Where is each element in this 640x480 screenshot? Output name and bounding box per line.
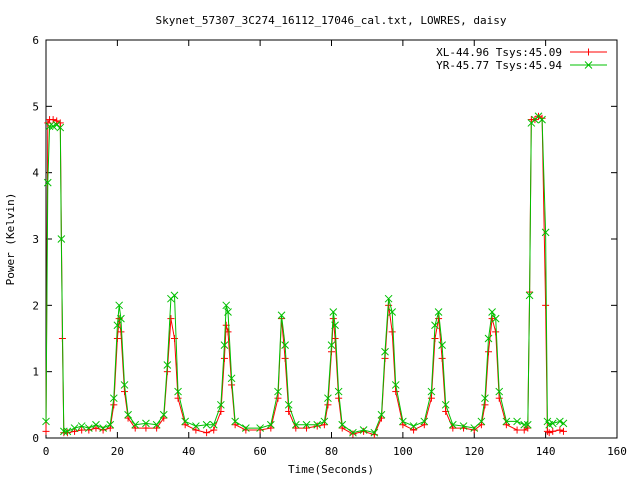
data-point	[281, 354, 289, 362]
data-point	[49, 116, 57, 124]
data-point	[192, 426, 200, 434]
y-axis-label: Power (Kelvin)	[4, 193, 17, 286]
data-point	[170, 335, 178, 342]
data-point	[477, 421, 485, 429]
legend-label: XL-44.96 Tsys:45.09	[436, 46, 562, 59]
x-tick-label: 120	[464, 445, 484, 458]
data-point	[324, 401, 332, 409]
data-point	[131, 424, 139, 432]
data-point	[231, 421, 239, 429]
data-point	[485, 348, 493, 356]
y-tick-label: 3	[32, 233, 39, 246]
x-tick-label: 160	[607, 445, 627, 458]
x-tick-label: 80	[325, 445, 338, 458]
y-tick-label: 6	[32, 34, 39, 47]
x-tick-label: 40	[182, 445, 195, 458]
data-point	[153, 424, 161, 432]
x-axis-label: Time(Seconds)	[288, 463, 374, 476]
data-point	[167, 315, 175, 323]
x-tick-label: 0	[43, 445, 50, 458]
y-tick-label: 0	[32, 432, 39, 445]
x-tick-label: 100	[393, 445, 413, 458]
data-point	[110, 401, 118, 409]
data-point	[303, 424, 311, 432]
x-tick-label: 140	[536, 445, 556, 458]
data-point	[513, 426, 521, 434]
legend-label: YR-45.77 Tsys:45.94	[436, 59, 562, 72]
data-point	[113, 335, 121, 342]
data-point	[559, 427, 567, 435]
y-tick-label: 4	[32, 167, 39, 180]
axis-ticks: 0 20 40 60 80 100 120 140 160 0 1 2 3 4 5 6	[32, 34, 627, 458]
legend: XL-44.96 Tsys:45.09YR-45.77 Tsys:45.94	[436, 46, 607, 72]
plot-frame	[45, 39, 618, 439]
data-point	[410, 426, 418, 434]
data-point	[292, 424, 300, 432]
data-point	[549, 427, 557, 435]
chart: Skynet_57307_3C274_16112_17046_cal.txt, …	[4, 14, 627, 476]
x-tick-label: 20	[111, 445, 124, 458]
y-tick-label: 5	[32, 100, 39, 113]
series-2	[42, 112, 568, 437]
data-point	[360, 427, 368, 435]
data-point	[220, 354, 228, 362]
series-1	[42, 112, 567, 439]
data-point	[545, 429, 553, 437]
data-point	[438, 354, 446, 362]
legend-marker	[585, 48, 592, 56]
data-point	[492, 328, 500, 336]
y-tick-label: 2	[32, 299, 39, 312]
data-point	[556, 426, 564, 434]
series-layer	[42, 112, 568, 439]
data-point	[542, 301, 550, 309]
data-point	[388, 328, 396, 336]
data-point	[42, 427, 50, 435]
data-point	[502, 421, 510, 429]
chart-title: Skynet_57307_3C274_16112_17046_cal.txt, …	[156, 14, 507, 27]
y-tick-label: 1	[32, 366, 39, 379]
data-point	[431, 335, 439, 342]
data-point	[559, 419, 568, 428]
x-tick-label: 60	[254, 445, 267, 458]
data-point	[78, 426, 86, 434]
data-point	[203, 429, 211, 437]
data-point	[449, 424, 457, 432]
data-point	[274, 394, 282, 402]
data-point	[338, 424, 346, 432]
data-point	[392, 388, 400, 396]
data-point	[481, 401, 489, 409]
